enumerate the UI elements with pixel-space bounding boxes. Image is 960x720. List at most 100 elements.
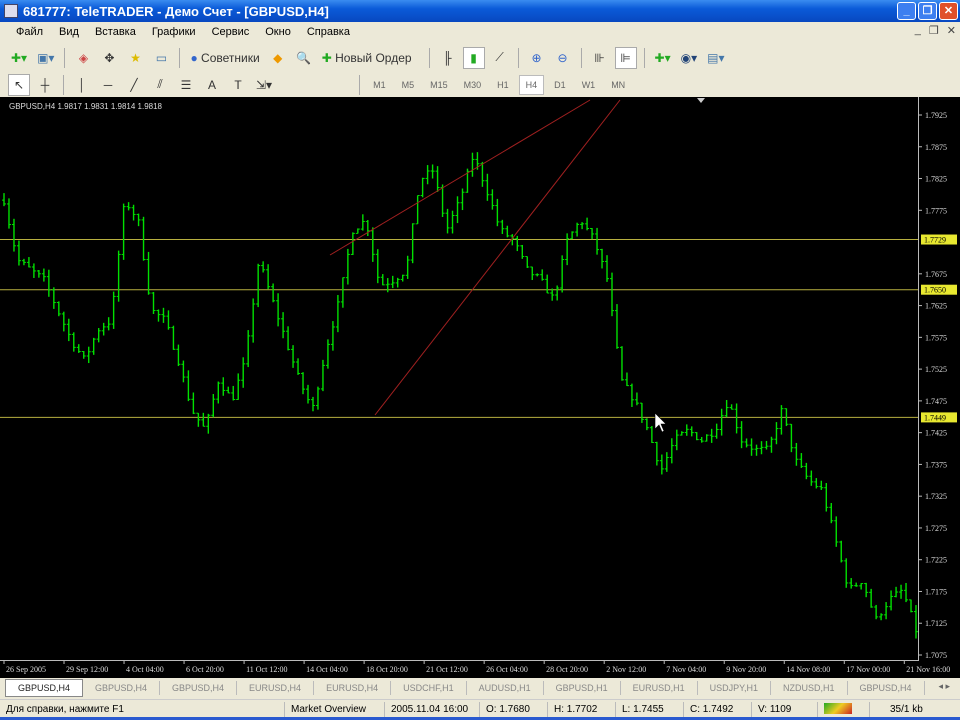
trendline-icon[interactable]: ╱ <box>123 74 145 96</box>
price-label: 1.7075 <box>925 651 947 660</box>
experts-icon: ● <box>190 50 202 65</box>
price-label: 1.7225 <box>925 556 947 565</box>
time-label: 29 Sep 12:00 <box>66 665 108 674</box>
fibonacci-icon[interactable]: ☰ <box>175 74 197 96</box>
status-help: Для справки, нажмите F1 <box>0 701 285 717</box>
status-volume: V: 1109 <box>752 701 818 717</box>
time-label: 9 Nov 20:00 <box>726 665 766 674</box>
crosshair-icon[interactable]: ┼ <box>34 74 56 96</box>
line-chart-icon[interactable]: ⟋ <box>489 47 511 69</box>
mdi-restore-icon[interactable]: ❐ <box>929 24 939 37</box>
vertical-line-icon[interactable]: │ <box>71 74 93 96</box>
app-icon <box>4 4 18 18</box>
drawing-toolbar: ↖ ┼ │ ─ ╱ ⫽ ☰ A T ⇲▾ M1 M5 M15 M30 H1 H4… <box>0 72 960 97</box>
cursor-icon[interactable]: ↖ <box>8 73 30 96</box>
chart-tab[interactable]: GBPUSD,H1 <box>544 681 621 695</box>
time-label: 26 Oct 04:00 <box>486 665 528 674</box>
chart-tab[interactable]: AUDUSD,H1 <box>467 681 544 695</box>
time-label: 6 Oct 20:00 <box>186 665 224 674</box>
channel-icon[interactable]: ⫽ <box>149 74 171 96</box>
timeframe-m5[interactable]: M5 <box>396 75 421 95</box>
trendline <box>329 99 591 256</box>
mdi-close-icon[interactable]: ✕ <box>947 24 956 37</box>
experts-button[interactable]: ● Советники <box>187 47 262 69</box>
chart-tab[interactable]: USDJPY,H1 <box>698 681 771 695</box>
restore-button[interactable]: ❐ <box>918 2 937 20</box>
text-icon[interactable]: A <box>201 74 223 96</box>
price-label: 1.7575 <box>925 333 947 342</box>
status-low: L: 1.7455 <box>616 701 684 717</box>
timeframe-m30[interactable]: M30 <box>458 75 488 95</box>
timeframe-m15[interactable]: M15 <box>424 75 454 95</box>
time-label: 28 Oct 20:00 <box>546 665 588 674</box>
arrows-icon[interactable]: ⇲▾ <box>253 74 275 96</box>
zoom-out-icon[interactable]: ⊖ <box>552 47 574 69</box>
profiles-icon[interactable]: ▣▾ <box>34 47 57 69</box>
price-chart[interactable]: 1.7925 1.7875 1.7825 1.7775 1.7675 1.7625 1.75… <box>0 97 960 678</box>
price-label: 1.7275 <box>925 524 947 533</box>
new-order-button[interactable]: ✚ Новый Ордер <box>319 47 415 69</box>
status-bar: Для справки, нажмите F1 Market Overview … <box>0 699 960 718</box>
chart-tab[interactable]: GBPUSD,H4 <box>5 679 84 697</box>
timeframe-h4[interactable]: H4 <box>518 74 545 95</box>
history-center-icon[interactable]: 🔍 <box>293 47 315 69</box>
close-button[interactable]: ✕ <box>939 2 958 20</box>
menu-tools[interactable]: Сервис <box>204 26 258 38</box>
warning-icon[interactable]: ◆ <box>267 47 289 69</box>
mdi-minimize-icon[interactable]: _ <box>915 24 921 37</box>
timeframe-h1[interactable]: H1 <box>491 75 515 95</box>
text-label-icon[interactable]: T <box>227 74 249 96</box>
menu-help[interactable]: Справка <box>299 26 358 38</box>
chart-shift-icon[interactable]: ⊫ <box>614 46 637 69</box>
minimize-button[interactable]: _ <box>897 2 916 20</box>
menu-insert[interactable]: Вставка <box>87 26 144 38</box>
candlestick-icon[interactable]: ▮ <box>462 46 485 69</box>
autoscroll-icon[interactable]: ⊪ <box>589 47 611 69</box>
chart-tab[interactable]: EURUSD,H4 <box>237 681 315 695</box>
chart-tab[interactable]: EURUSD,H4 <box>314 681 392 695</box>
chart-tab[interactable]: USDCHF,H1 <box>391 681 467 695</box>
price-label: 1.7825 <box>925 175 947 184</box>
timeframe-w1[interactable]: W1 <box>576 75 602 95</box>
bar-chart-icon[interactable]: ╟ <box>437 47 459 69</box>
indicators-icon[interactable]: ✚▾ <box>652 47 674 69</box>
price-label: 1.7375 <box>925 460 947 469</box>
timeframe-m1[interactable]: M1 <box>367 75 392 95</box>
tab-scroll-arrows[interactable]: ◂ ▸ <box>938 681 950 692</box>
status-open: O: 1.7680 <box>480 701 548 717</box>
menu-window[interactable]: Окно <box>257 26 299 38</box>
menu-charts[interactable]: Графики <box>144 26 204 38</box>
chart-tab[interactable]: GBPUSD,H4 <box>83 681 161 695</box>
new-chart-icon[interactable]: ✚▾ <box>8 47 30 69</box>
status-close: C: 1.7492 <box>684 701 752 717</box>
timeframe-d1[interactable]: D1 <box>548 75 572 95</box>
menu-bar: Файл Вид Вставка Графики Сервис Окно Спр… <box>0 22 960 42</box>
price-label: 1.7775 <box>925 206 947 215</box>
price-label: 1.7125 <box>925 619 947 628</box>
periods-icon[interactable]: ◉▾ <box>678 47 701 69</box>
terminal-icon[interactable]: ▭ <box>150 47 172 69</box>
chart-canvas[interactable]: 1.7925 1.7875 1.7825 1.7775 1.7675 1.7625 1.75… <box>0 97 960 678</box>
chart-tab[interactable]: EURUSD,H1 <box>621 681 698 695</box>
level-price-label: 1.7729 <box>924 236 946 245</box>
time-label: 7 Nov 04:00 <box>666 665 706 674</box>
menu-view[interactable]: Вид <box>51 26 87 38</box>
data-window-icon[interactable]: ✥ <box>98 47 120 69</box>
timeframe-mn[interactable]: MN <box>605 75 631 95</box>
navigator-icon[interactable]: ★ <box>124 47 146 69</box>
price-label: 1.7925 <box>925 111 947 120</box>
time-label: 21 Oct 12:00 <box>426 665 468 674</box>
zoom-in-icon[interactable]: ⊕ <box>526 47 548 69</box>
horizontal-line-icon[interactable]: ─ <box>97 74 119 96</box>
time-label: 17 Nov 00:00 <box>846 665 890 674</box>
chart-tab[interactable]: GBPUSD,H4 <box>848 681 925 695</box>
chart-tab[interactable]: NZDUSD,H1 <box>771 681 848 695</box>
templates-icon[interactable]: ▤▾ <box>704 47 727 69</box>
connection-icon <box>818 701 870 717</box>
menu-file[interactable]: Файл <box>8 26 51 38</box>
market-watch-icon[interactable]: ◈ <box>72 47 94 69</box>
chart-tab[interactable]: GBPUSD,H4 <box>160 681 238 695</box>
price-label: 1.7525 <box>925 365 947 374</box>
time-label: 14 Nov 08:00 <box>786 665 830 674</box>
time-label: 14 Oct 04:00 <box>306 665 348 674</box>
